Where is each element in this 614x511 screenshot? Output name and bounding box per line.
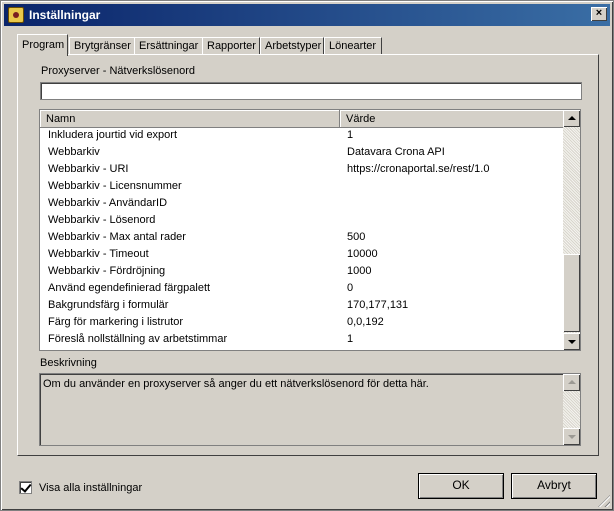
table-row[interactable]: Webbarkiv - Timeout 10000	[40, 246, 564, 263]
table-row[interactable]: Föreslå nollställning av arbetstimmar 1	[40, 331, 564, 348]
cancel-button[interactable]: Avbryt	[511, 473, 597, 499]
row-value: 1	[347, 129, 354, 141]
table-row[interactable]: Webbarkiv - Max antal rader 500	[40, 229, 564, 246]
scroll-down-icon[interactable]	[563, 333, 580, 350]
table-row[interactable]: Webbarkiv - URI https://cronaportal.se/re…	[40, 161, 564, 178]
row-name: Webbarkiv - Max antal rader	[48, 231, 186, 243]
scroll-down-icon[interactable]	[563, 428, 580, 445]
close-icon[interactable]: ×	[591, 7, 607, 21]
title-bar[interactable]: Inställningar ×	[4, 4, 610, 26]
row-value: Datavara Crona API	[347, 146, 445, 158]
row-value: 500	[347, 231, 366, 243]
row-name: Webbarkiv - AnvändarID	[48, 197, 168, 209]
grid-body: Inkludera jourtid vid export 1 Webbarkiv D…	[40, 127, 564, 348]
tab-lonearter[interactable]: Lönearter	[324, 37, 382, 55]
table-row[interactable]: Använd egendefinierad färgpalett 0	[40, 280, 564, 297]
row-name: Föreslå nollställning av arbetstimmar	[48, 333, 228, 345]
settings-grid[interactable]: Namn Värde Inkludera jourtid vid export 1…	[39, 109, 581, 351]
tab-ersattningar[interactable]: Ersättningar	[134, 37, 208, 55]
row-name: Webbarkiv - Fördröjning	[48, 265, 166, 277]
row-value: 0,0,192	[347, 316, 384, 328]
row-value: 0	[347, 282, 354, 294]
row-name: Webbarkiv - Lösenord	[48, 214, 156, 226]
row-name: Färg för markering i listrutor	[48, 316, 184, 328]
tab-arbetstyper[interactable]: Arbetstyper	[260, 37, 324, 55]
grid-header: Namn Värde	[40, 110, 564, 128]
description-label: Beskrivning	[40, 357, 97, 369]
table-row[interactable]: Webbarkiv - Lösenord	[40, 212, 564, 229]
row-name: Bakgrundsfärg i formulär	[48, 299, 169, 311]
resize-grip-icon[interactable]	[598, 495, 610, 507]
row-name: Använd egendefinierad färgpalett	[48, 282, 211, 294]
scroll-up-icon[interactable]	[563, 374, 580, 391]
scroll-thumb[interactable]	[563, 254, 580, 332]
scroll-up-icon[interactable]	[563, 110, 580, 127]
table-row[interactable]: Webbarkiv Datavara Crona API	[40, 144, 564, 161]
row-value: https://cronaportal.se/rest/1.0	[347, 163, 490, 175]
proxy-password-field[interactable]	[40, 82, 582, 100]
row-name: Webbarkiv - Timeout	[48, 248, 149, 260]
row-name: Webbarkiv - URI	[48, 163, 129, 175]
ok-button[interactable]: OK	[418, 473, 504, 499]
table-row[interactable]: Webbarkiv - Fördröjning 1000	[40, 263, 564, 280]
row-value: 170,177,131	[347, 299, 409, 311]
table-row[interactable]: Inkludera jourtid vid export 1	[40, 127, 564, 144]
show-all-label[interactable]: Visa alla inställningar	[39, 482, 142, 494]
row-value: 1	[347, 333, 354, 345]
column-header-value[interactable]: Värde	[340, 110, 564, 128]
description-box: Om du använder en proxyserver så anger d…	[39, 373, 581, 446]
table-row[interactable]: Webbarkiv - AnvändarID	[40, 195, 564, 212]
row-name: Webbarkiv	[48, 146, 100, 158]
row-name: Inkludera jourtid vid export	[48, 129, 178, 141]
tab-program[interactable]: Program	[17, 34, 68, 56]
column-header-name[interactable]: Namn	[40, 110, 340, 128]
settings-dialog: Inställningar × Program Brytgränser Ersä…	[0, 0, 614, 511]
window-title: Inställningar	[29, 8, 101, 22]
description-text: Om du använder en proxyserver så anger d…	[43, 378, 429, 390]
table-row[interactable]: Bakgrundsfärg i formulär 170,177,131	[40, 297, 564, 314]
row-value: 10000	[347, 248, 378, 260]
grid-vertical-scrollbar[interactable]	[563, 110, 580, 350]
show-all-checkbox[interactable]	[19, 481, 32, 494]
tab-rapporter[interactable]: Rapporter	[202, 37, 260, 55]
description-vertical-scrollbar[interactable]	[563, 374, 580, 445]
table-row[interactable]: Webbarkiv - Licensnummer	[40, 178, 564, 195]
proxy-password-label: Proxyserver - Nätverkslösenord	[41, 65, 196, 77]
row-value: 1000	[347, 265, 372, 277]
table-row[interactable]: Färg för markering i listrutor 0,0,192	[40, 314, 564, 331]
app-icon	[8, 7, 24, 23]
row-name: Webbarkiv - Licensnummer	[48, 180, 182, 192]
